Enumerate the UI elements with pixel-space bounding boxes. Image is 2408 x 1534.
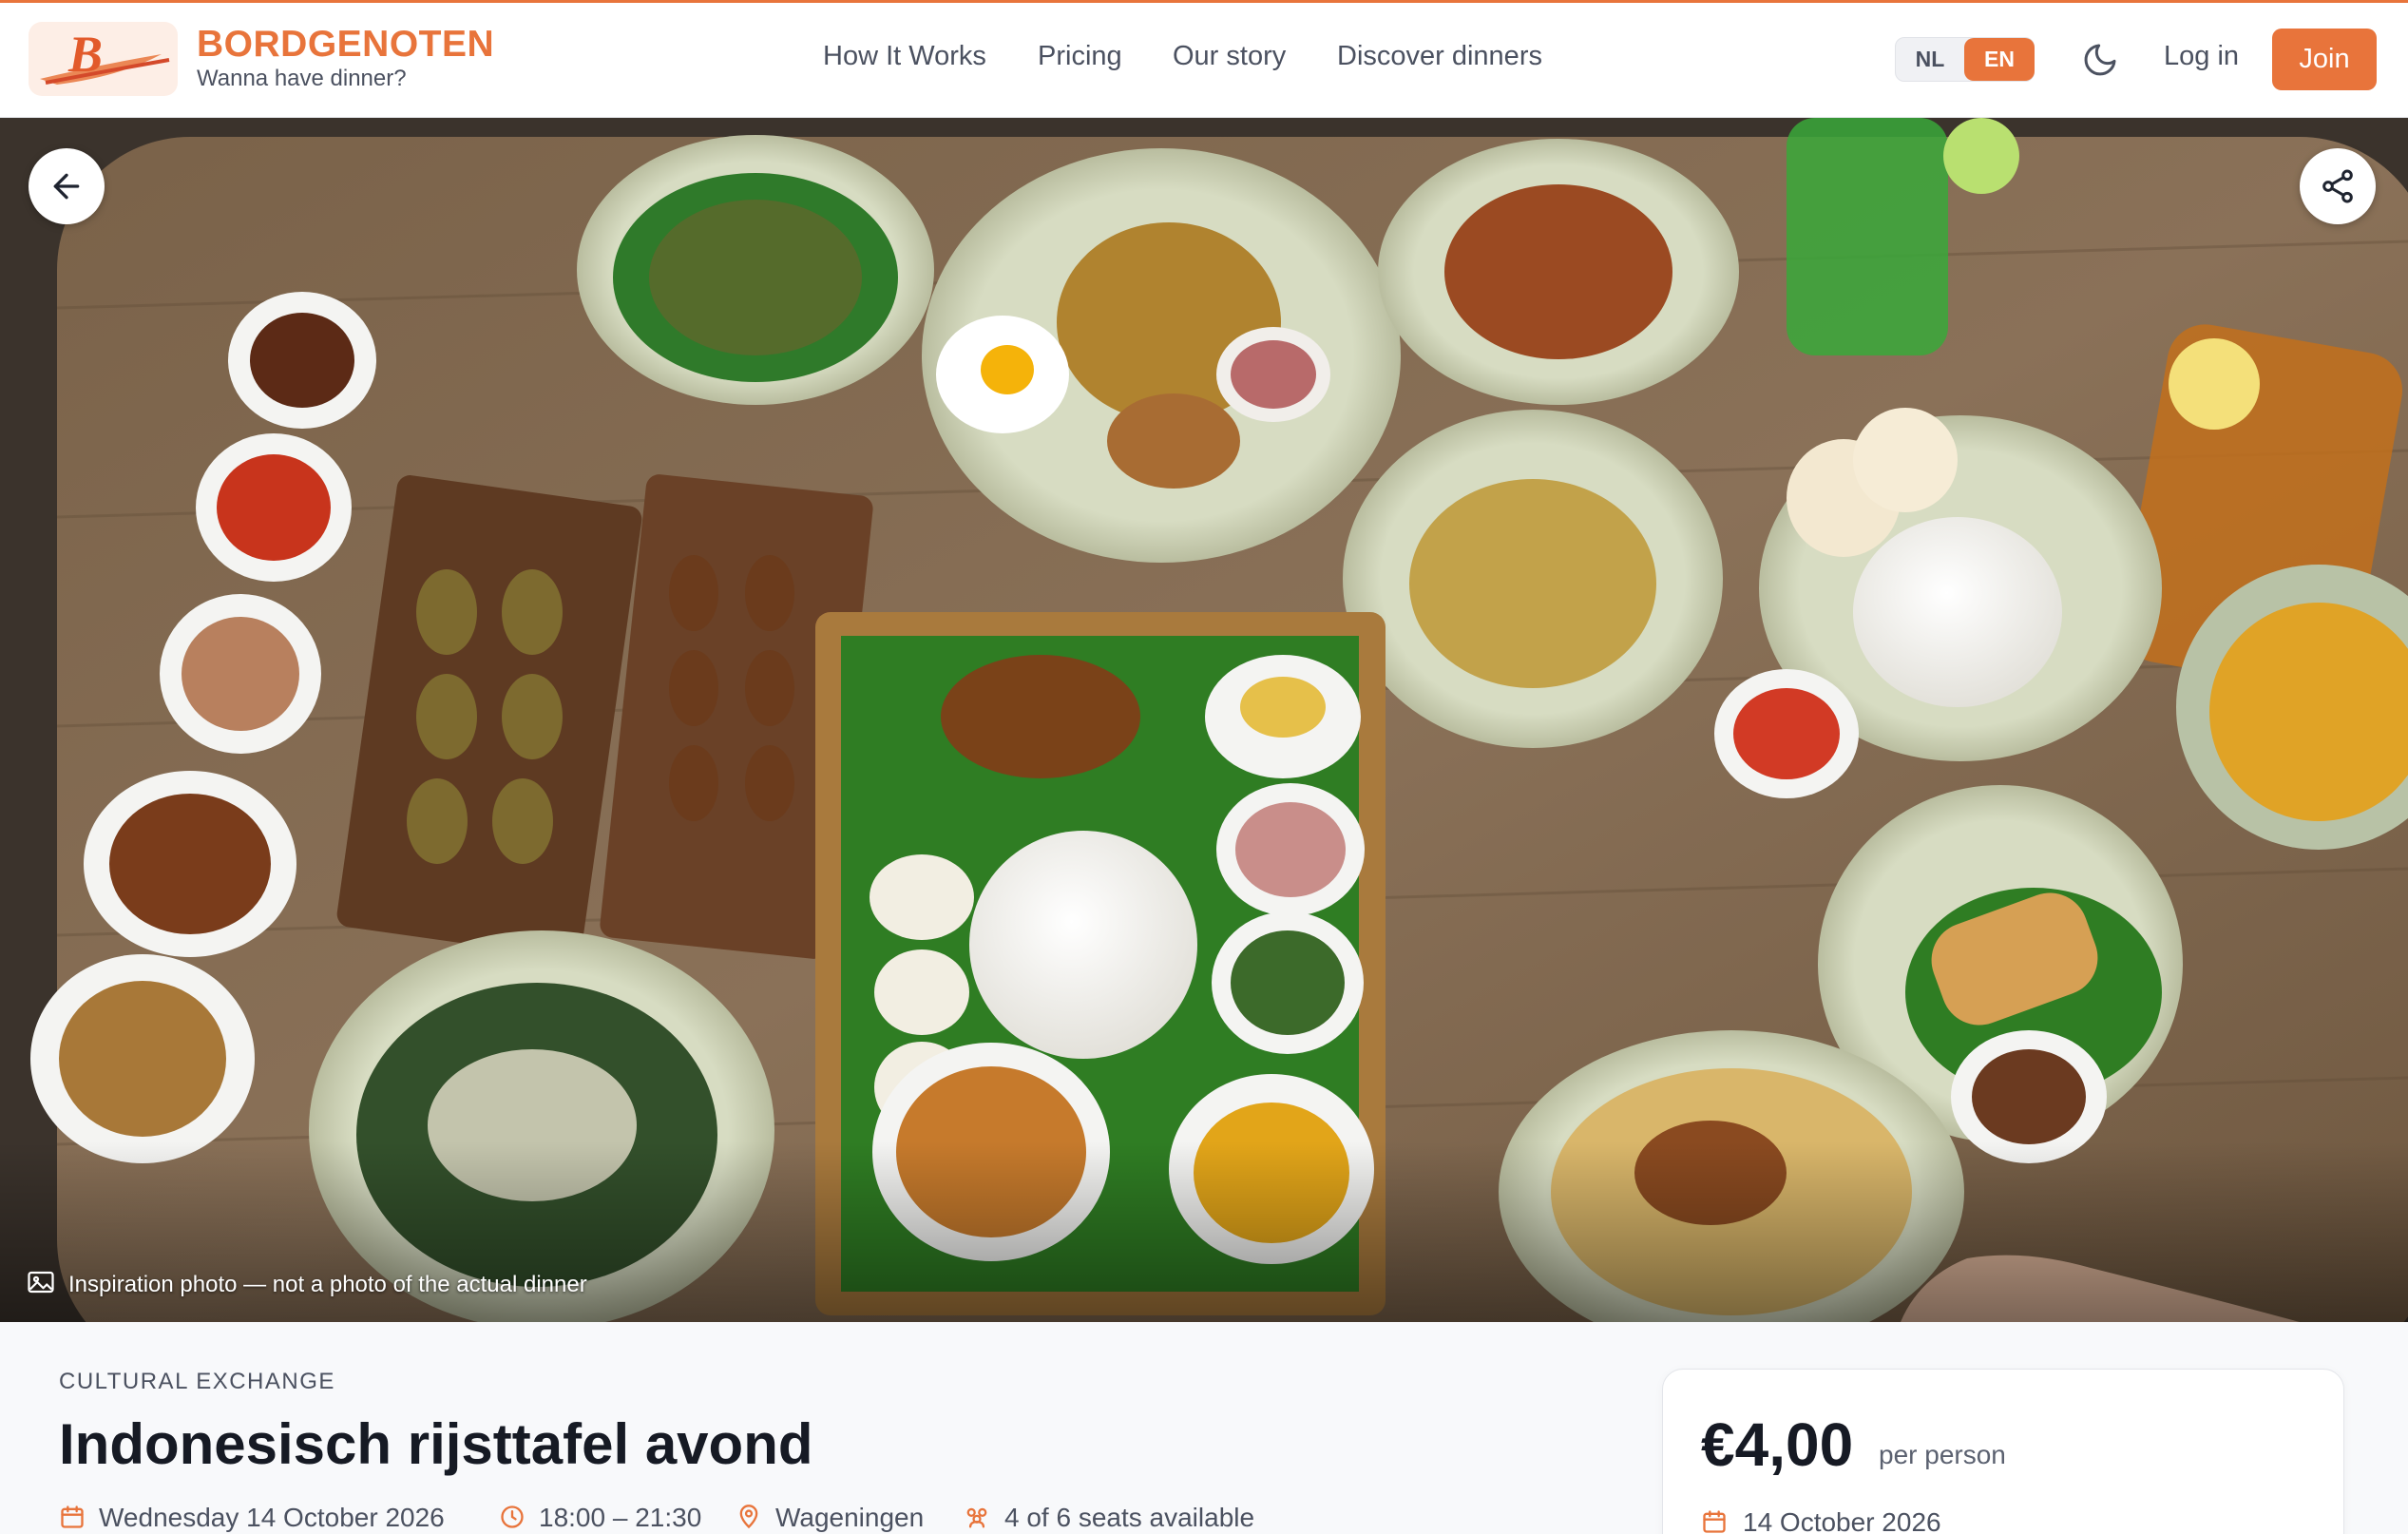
nav-discover-dinners[interactable]: Discover dinners bbox=[1337, 41, 1542, 72]
event-location: Wageningen bbox=[736, 1503, 924, 1533]
nav-pricing[interactable]: Pricing bbox=[1038, 41, 1122, 72]
hero-photo: Inspiration photo — not a photo of the a… bbox=[0, 118, 2408, 1322]
share-button[interactable] bbox=[2300, 148, 2376, 224]
arrow-left-icon bbox=[53, 173, 80, 200]
language-option-en[interactable]: EN bbox=[1964, 38, 2035, 81]
event-seats: 4 of 6 seats available bbox=[963, 1503, 1254, 1533]
booking-card: €4,00 per person 14 October 2026 bbox=[1662, 1369, 2344, 1534]
language-option-nl[interactable]: NL bbox=[1896, 38, 1964, 81]
login-link[interactable]: Log in bbox=[2164, 41, 2239, 72]
event-time-text: 18:00 – 21:30 bbox=[539, 1503, 702, 1532]
photo-disclaimer: Inspiration photo — not a photo of the a… bbox=[27, 1270, 587, 1308]
share-icon bbox=[2322, 169, 2353, 203]
logo-letter: B bbox=[67, 26, 103, 83]
event-time: 18:00 – 21:30 bbox=[499, 1503, 701, 1533]
nav-how-it-works[interactable]: How It Works bbox=[823, 41, 986, 72]
nav-our-story[interactable]: Our story bbox=[1173, 41, 1286, 72]
moon-icon[interactable] bbox=[2081, 41, 2119, 79]
brand-logo[interactable]: B bbox=[29, 22, 178, 96]
people-icon bbox=[966, 1507, 987, 1528]
booking-date: 14 October 2026 bbox=[1701, 1507, 1941, 1534]
photo-disclaimer-text: Inspiration photo — not a photo of the a… bbox=[68, 1271, 587, 1297]
price-amount: €4,00 bbox=[1701, 1410, 1854, 1479]
location-pin-icon bbox=[739, 1505, 758, 1529]
top-navigation-bar: B BORDGENOTEN Wanna have dinner? How It … bbox=[0, 0, 2408, 118]
booking-date-text: 14 October 2026 bbox=[1743, 1507, 1941, 1534]
language-switcher: NL EN bbox=[1895, 37, 2035, 82]
event-date: Wednesday 14 October 2026 bbox=[59, 1503, 445, 1533]
join-button[interactable]: Join bbox=[2272, 29, 2377, 90]
event-date-text: Wednesday 14 October 2026 bbox=[99, 1503, 445, 1532]
brand-tagline: Wanna have dinner? bbox=[197, 66, 407, 91]
event-seats-text: 4 of 6 seats available bbox=[1004, 1503, 1255, 1532]
image-icon bbox=[27, 1270, 55, 1301]
event-title: Indonesisch rijsttafel avond bbox=[59, 1412, 813, 1476]
event-location-text: Wageningen bbox=[775, 1503, 925, 1532]
price-unit: per person bbox=[1879, 1440, 2006, 1469]
clock-icon bbox=[501, 1505, 524, 1528]
back-button[interactable] bbox=[29, 148, 105, 224]
food-spread-illustration bbox=[0, 118, 2408, 1322]
calendar-icon bbox=[61, 1505, 84, 1528]
calendar-icon bbox=[1703, 1510, 1726, 1533]
brand-name[interactable]: BORDGENOTEN bbox=[197, 24, 494, 66]
event-category: CULTURAL EXCHANGE bbox=[59, 1369, 335, 1394]
